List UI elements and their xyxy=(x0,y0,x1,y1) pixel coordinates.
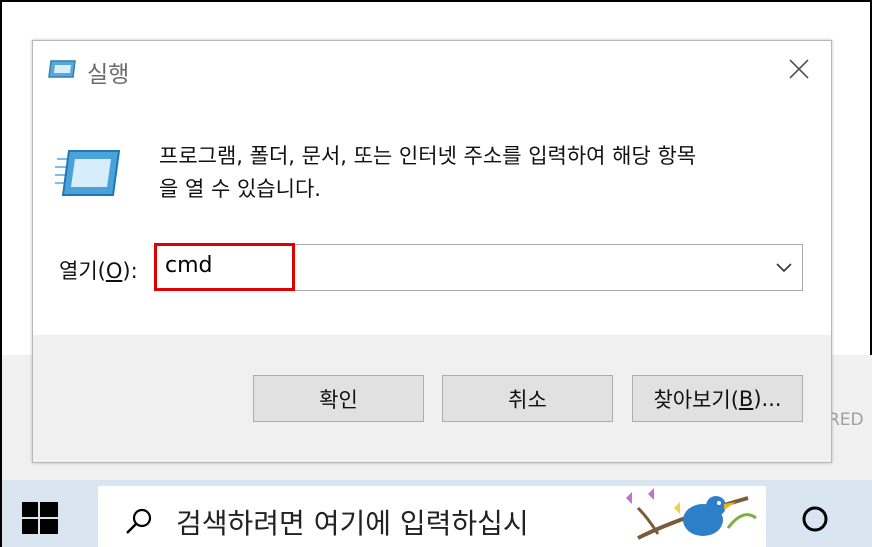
run-app-icon xyxy=(48,60,76,78)
title-bar[interactable]: 실행 xyxy=(33,41,831,99)
close-icon xyxy=(789,59,809,79)
windows-logo-icon[interactable] xyxy=(20,500,60,536)
dialog-description: 프로그램, 폴더, 문서, 또는 인터넷 주소를 입력하여 해당 항목 을 열 … xyxy=(159,140,809,206)
description-line-1: 프로그램, 폴더, 문서, 또는 인터넷 주소를 입력하여 해당 항목 xyxy=(159,144,697,168)
chevron-down-icon[interactable] xyxy=(774,257,794,277)
search-placeholder: 검색하려면 여기에 입력하십시 xyxy=(176,507,529,540)
taskbar: 검색하려면 여기에 입력하십시 xyxy=(2,480,872,547)
ok-button[interactable]: 확인 xyxy=(253,375,424,422)
dialog-title: 실행 xyxy=(87,62,130,88)
highlight-box xyxy=(154,243,295,291)
open-label: 열기(O): xyxy=(59,259,138,283)
dialog-footer: 확인 취소 찾아보기(B)... xyxy=(33,335,831,462)
run-program-icon xyxy=(55,150,121,196)
description-line-2: 을 열 수 있습니다. xyxy=(159,177,321,201)
browse-button[interactable]: 찾아보기(B)... xyxy=(632,375,803,422)
bird-illustration-icon xyxy=(626,488,757,540)
cortana-circle-icon[interactable] xyxy=(800,504,830,534)
cancel-button[interactable]: 취소 xyxy=(442,375,613,422)
close-button[interactable] xyxy=(777,49,821,89)
screen-frame: RED 실행 프로그램, 폴더, 문서, 또는 인터넷 주소를 입력하여 해당 … xyxy=(0,0,872,547)
background-partial-text: RED xyxy=(828,410,864,430)
run-dialog: 실행 프로그램, 폴더, 문서, 또는 인터넷 주소를 입력하여 해당 항목 을… xyxy=(32,40,832,463)
taskbar-search-box[interactable]: 검색하려면 여기에 입력하십시 xyxy=(98,486,766,547)
search-icon xyxy=(126,508,152,534)
